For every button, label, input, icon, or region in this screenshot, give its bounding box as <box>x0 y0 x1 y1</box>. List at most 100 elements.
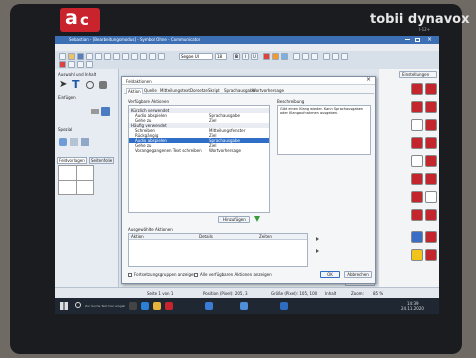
new-page-icon[interactable] <box>59 53 66 60</box>
symbol-cell[interactable] <box>411 231 423 243</box>
symbol-cell[interactable] <box>411 83 423 95</box>
dialog-close-icon[interactable]: × <box>366 77 371 82</box>
border-color-icon[interactable] <box>281 53 288 60</box>
symbol-cell[interactable] <box>425 249 437 261</box>
brush-icon[interactable] <box>101 107 110 116</box>
search-icon[interactable] <box>75 302 81 308</box>
tab-wortvorhersage[interactable]: Wortvorhersage <box>252 88 284 93</box>
settings-icon[interactable] <box>341 53 348 60</box>
shape-icon[interactable] <box>149 53 156 60</box>
image-icon[interactable] <box>140 53 147 60</box>
symbol-cell[interactable] <box>425 209 437 221</box>
edge-icon[interactable] <box>141 302 149 310</box>
tab-mitteilungstext[interactable]: Mitteilungstext <box>160 88 190 93</box>
cursor-tool-icon[interactable]: ➤ <box>59 80 67 90</box>
taskbar-search[interactable]: Zur Suche Text hier eingeben <box>85 304 125 309</box>
symbol-cell[interactable] <box>411 119 423 131</box>
communicator-icon[interactable] <box>165 302 173 310</box>
symbol-cell[interactable] <box>425 173 437 185</box>
selected-actions-table[interactable]: Aktion Details Zeiten <box>128 233 308 267</box>
symbol-cell[interactable] <box>411 249 423 261</box>
windows-start-icon[interactable] <box>60 302 68 310</box>
symbol-cell[interactable] <box>411 101 423 113</box>
symbol-cell[interactable] <box>411 209 423 221</box>
align-left-icon[interactable] <box>293 53 300 60</box>
symbol-cell[interactable] <box>411 155 423 167</box>
action-name: Vorangegangenen Text schreiben <box>135 148 202 153</box>
tab-dorsetze[interactable]: Dorsetze <box>190 88 208 93</box>
save-icon[interactable] <box>77 53 84 60</box>
font-select[interactable]: Segoe UI <box>179 53 213 60</box>
text-color-icon[interactable] <box>263 53 270 60</box>
copy-icon[interactable] <box>95 53 102 60</box>
page-layout-icon[interactable] <box>59 61 66 68</box>
symbol-cell[interactable] <box>425 191 437 203</box>
cut-icon[interactable] <box>86 53 93 60</box>
symbol-cell[interactable] <box>425 119 437 131</box>
align-right-icon[interactable] <box>311 53 318 60</box>
undo-icon[interactable] <box>113 53 120 60</box>
menu-bar: Datei Bearbeiten Ansicht Layout Feld Sym… <box>55 44 439 60</box>
fill-color-icon[interactable] <box>272 53 279 60</box>
tab-sprachausgabe[interactable]: Sprachausgabe <box>224 88 255 93</box>
app-icon[interactable] <box>280 302 288 310</box>
app-icon[interactable] <box>205 302 213 310</box>
paste-icon[interactable] <box>104 53 111 60</box>
shape-tool-icon[interactable] <box>86 81 94 89</box>
task-view-icon[interactable] <box>129 302 137 310</box>
underline-button[interactable]: U <box>251 53 258 60</box>
tab-feldvorlagen[interactable]: Feldvorlagen <box>57 157 87 164</box>
column-zeiten[interactable]: Zeiten <box>259 234 272 239</box>
tab-quelle[interactable]: Quelle <box>144 88 157 93</box>
symbol-cell[interactable] <box>425 83 437 95</box>
maximize-icon[interactable] <box>415 38 420 42</box>
app-icon[interactable] <box>240 302 248 310</box>
tools-icon[interactable] <box>158 53 165 60</box>
align-center-icon[interactable] <box>302 53 309 60</box>
symbol-cell[interactable] <box>425 155 437 167</box>
symbol-cell[interactable] <box>425 231 437 243</box>
draw-tool-icon[interactable] <box>99 81 107 89</box>
column-details[interactable]: Details <box>199 234 213 239</box>
taskbar: Zur Suche Text hier eingeben 14:39 24.11… <box>55 298 439 314</box>
explorer-icon[interactable] <box>153 302 161 310</box>
link-icon[interactable] <box>81 138 89 146</box>
symbol-cell[interactable] <box>425 101 437 113</box>
template-grid[interactable] <box>58 165 94 195</box>
italic-button[interactable]: I <box>242 53 249 60</box>
grid-icon[interactable] <box>131 53 138 60</box>
close-icon[interactable]: × <box>427 37 432 42</box>
checkbox-alle-aktionen[interactable] <box>194 273 198 277</box>
grid-tool-icon[interactable] <box>70 138 78 146</box>
layout-icon[interactable] <box>323 53 330 60</box>
move-down-icon[interactable] <box>316 249 319 253</box>
add-action-button[interactable]: Hinzufügen <box>218 216 250 223</box>
bold-button[interactable]: B <box>233 53 240 60</box>
checkbox-fortsetzung[interactable] <box>128 273 132 277</box>
column-aktion[interactable]: Aktion <box>131 234 144 239</box>
zoom-icon[interactable] <box>332 53 339 60</box>
symbol-cell[interactable] <box>411 191 423 203</box>
pen-icon[interactable] <box>91 109 99 114</box>
page-grid-icon[interactable] <box>68 61 75 68</box>
minimize-icon[interactable] <box>405 39 410 40</box>
font-size-select[interactable]: 18 <box>215 53 227 60</box>
redo-icon[interactable] <box>122 53 129 60</box>
cancel-button[interactable]: Abbrechen <box>344 271 372 278</box>
symbol-cell[interactable] <box>411 173 423 185</box>
symbol-cell[interactable] <box>411 137 423 149</box>
page-list-icon[interactable] <box>77 61 84 68</box>
settings-button[interactable]: Einstellungen <box>399 71 437 78</box>
text-tool-icon[interactable]: T <box>72 79 80 90</box>
open-icon[interactable] <box>68 53 75 60</box>
available-actions-list[interactable]: Kürzlich verwendet Audio abspielen Spracha… <box>128 105 270 213</box>
tab-skript[interactable]: Skript <box>208 88 220 93</box>
action-list-item[interactable]: Vorangegangenen Text schreiben Wortvorher… <box>129 148 269 153</box>
tab-seitenfolie[interactable]: Seitenfolie <box>89 157 115 164</box>
ok-button[interactable]: OK <box>320 271 340 278</box>
symbol-cell[interactable] <box>425 137 437 149</box>
tab-aktion[interactable]: Aktion <box>126 88 143 94</box>
move-up-icon[interactable] <box>316 237 319 241</box>
page-tools-icon[interactable] <box>86 61 93 68</box>
speaker-icon[interactable] <box>59 138 67 146</box>
